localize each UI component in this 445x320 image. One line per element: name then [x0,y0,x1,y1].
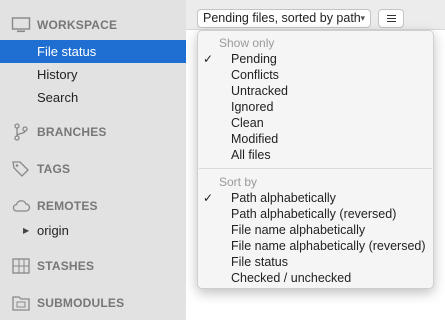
tag-icon [11,159,31,179]
stashes-section-header[interactable]: STASHES [0,254,186,278]
menu-item-conflicts[interactable]: Conflicts [198,67,433,83]
menu-item-label: Modified [231,132,279,146]
menu-header-sort-by: Sort by [219,175,258,189]
menu-item-checked-unchecked[interactable]: Checked / unchecked [198,270,433,286]
menu-item-ignored[interactable]: Ignored [198,99,433,115]
branches-section-header[interactable]: BRANCHES [0,120,186,144]
menu-item-modified[interactable]: Modified [198,131,433,147]
disclosure-triangle-icon[interactable]: ▶ [23,219,29,242]
menu-item-label: Ignored [231,100,274,114]
view-options-button[interactable] [378,9,404,28]
remotes-section-header[interactable]: REMOTES [0,194,186,218]
menu-separator [199,168,432,169]
menu-item-label: Checked / unchecked [231,271,352,285]
stashes-header-label: STASHES [37,259,95,273]
toolbar: Pending files, sorted by path ▾ [186,0,445,30]
menu-item-label: Clean [231,116,264,130]
filter-sort-popup-label: Pending files, sorted by path [203,11,361,25]
menu-item-file-status[interactable]: File status [198,254,433,270]
menu-item-label: File status [231,255,288,269]
menu-item-label: Untracked [231,84,288,98]
submodules-header-label: SUBMODULES [37,296,125,310]
menu-item-file-name-alphabetically-reversed[interactable]: File name alphabetically (reversed) [198,238,433,254]
sidebar: WORKSPACE File status History Search BRA… [0,0,186,320]
cloud-icon [11,196,31,216]
menu-item-path-alphabetically-reversed[interactable]: Path alphabetically (reversed) [198,206,433,222]
menu-item-path-alphabetically[interactable]: ✓ Path alphabetically [198,190,433,206]
checkmark-icon: ✓ [203,191,214,205]
menu-item-clean[interactable]: Clean [198,115,433,131]
sidebar-item-history[interactable]: History [0,63,186,86]
remote-origin[interactable]: ▶ origin [0,219,186,242]
branch-icon [11,122,31,142]
menu-item-all-files[interactable]: All files [198,147,433,163]
workspace-section-header[interactable]: WORKSPACE [0,13,186,37]
remotes-header-label: REMOTES [37,199,98,213]
menu-item-label: Pending [231,52,277,66]
menu-item-label: All files [231,148,271,162]
checkmark-icon: ✓ [203,52,214,66]
sidebar-item-search[interactable]: Search [0,86,186,109]
remote-origin-label: origin [37,223,69,238]
menu-item-label: File name alphabetically (reversed) [231,239,426,253]
menu-item-label: File name alphabetically [231,223,366,237]
menu-header-show-only: Show only [219,36,275,50]
submodules-section-header[interactable]: SUBMODULES [0,291,186,315]
menu-item-untracked[interactable]: Untracked [198,83,433,99]
tags-header-label: TAGS [37,162,71,176]
menu-item-label: Path alphabetically [231,191,336,205]
branches-header-label: BRANCHES [37,125,107,139]
menu-item-pending[interactable]: ✓ Pending [198,51,433,67]
menu-item-file-name-alphabetically[interactable]: File name alphabetically [198,222,433,238]
filter-sort-menu: Show only ✓ Pending Conflicts Untracked … [197,30,434,289]
filter-sort-popup-button[interactable]: Pending files, sorted by path ▾ [197,9,371,28]
folder-icon [11,293,31,313]
chevron-down-icon: ▾ [360,13,365,23]
monitor-icon [11,15,31,35]
menu-item-label: Path alphabetically (reversed) [231,207,397,221]
menu-item-label: Conflicts [231,68,279,82]
sidebar-item-file-status[interactable]: File status [0,40,186,63]
stash-icon [11,256,31,276]
workspace-header-label: WORKSPACE [37,18,118,32]
tags-section-header[interactable]: TAGS [0,157,186,181]
